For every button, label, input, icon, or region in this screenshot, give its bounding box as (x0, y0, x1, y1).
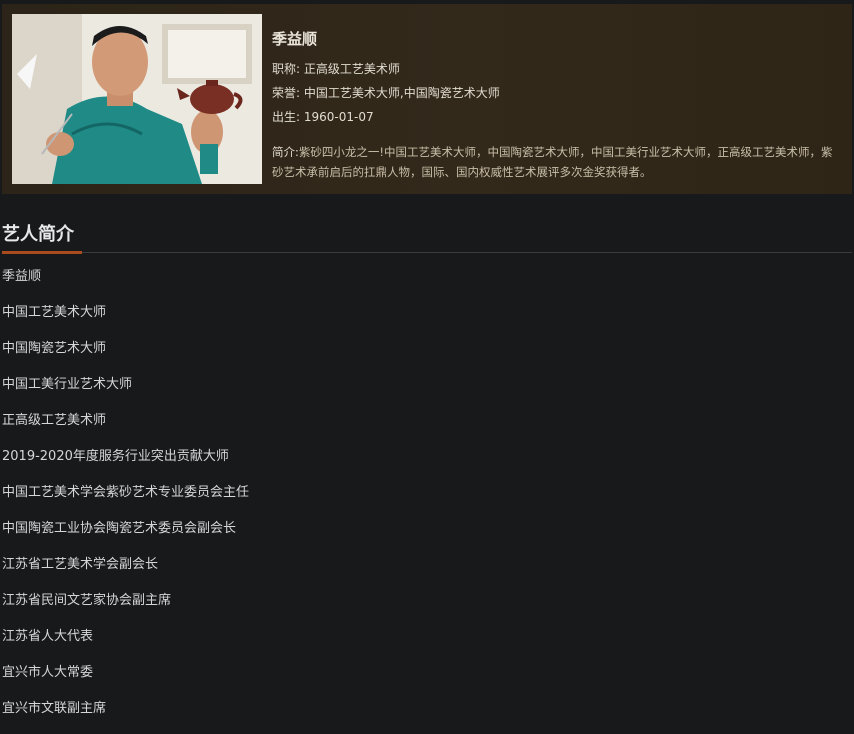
list-item: 2019-2020年度服务行业突出贡献大师 (2, 449, 229, 464)
list-item: 中国陶瓷艺术大师 (2, 341, 107, 356)
list-item: 宜兴市人大常委 (2, 665, 94, 680)
artist-title-field: 职称: 正高级工艺美术师 (272, 60, 400, 77)
artist-photo (12, 14, 262, 184)
list-item: 宜兴市文联副主席 (2, 701, 107, 716)
artist-profile-page: 季益顺 职称: 正高级工艺美术师 荣誉: 中国工艺美术大师,中国陶瓷艺术大师 出… (0, 0, 854, 734)
artist-intro: 简介:紫砂四小龙之一!中国工艺美术大师，中国陶瓷艺术大师，中国工美行业艺术大师，… (272, 142, 842, 182)
bio-list: 季益顺 中国工艺美术大师 中国陶瓷艺术大师 中国工美行业艺术大师 正高级工艺美术… (2, 268, 249, 734)
list-item: 正高级工艺美术师 (2, 413, 107, 428)
section-title: 艺人简介 (2, 224, 74, 245)
list-item: 中国工艺美术大师 (2, 305, 107, 320)
honor-value: 中国工艺美术大师,中国陶瓷艺术大师 (303, 86, 500, 100)
artist-birth-field: 出生: 1960-01-07 (272, 108, 374, 125)
honor-label: 荣誉: (272, 86, 301, 100)
title-value: 正高级工艺美术师 (303, 62, 400, 76)
intro-text: 紫砂四小龙之一!中国工艺美术大师，中国陶瓷艺术大师，中国工美行业艺术大师，正高级… (272, 145, 833, 179)
list-item: 中国工艺美术学会紫砂艺术专业委员会主任 (2, 485, 250, 500)
artist-name: 季益顺 (272, 30, 318, 48)
list-item: 江苏省工艺美术学会副会长 (2, 557, 159, 572)
list-item: 江苏省人大代表 (2, 629, 94, 644)
section-accent-bar (2, 251, 82, 254)
birth-label: 出生: (272, 110, 301, 124)
intro-label: 简介: (272, 145, 299, 159)
birth-value: 1960-01-07 (303, 110, 374, 124)
artist-portrait-image (12, 14, 262, 184)
artist-profile-card: 季益顺 职称: 正高级工艺美术师 荣誉: 中国工艺美术大师,中国陶瓷艺术大师 出… (2, 4, 852, 194)
list-item: 中国陶瓷工业协会陶瓷艺术委员会副会长 (2, 521, 237, 536)
list-item: 季益顺 (2, 269, 42, 284)
artist-honor-field: 荣誉: 中国工艺美术大师,中国陶瓷艺术大师 (272, 84, 500, 101)
list-item: 中国工美行业艺术大师 (2, 377, 133, 392)
list-item: 江苏省民间文艺家协会副主席 (2, 593, 172, 608)
title-label: 职称: (272, 62, 301, 76)
section-divider (2, 252, 852, 253)
